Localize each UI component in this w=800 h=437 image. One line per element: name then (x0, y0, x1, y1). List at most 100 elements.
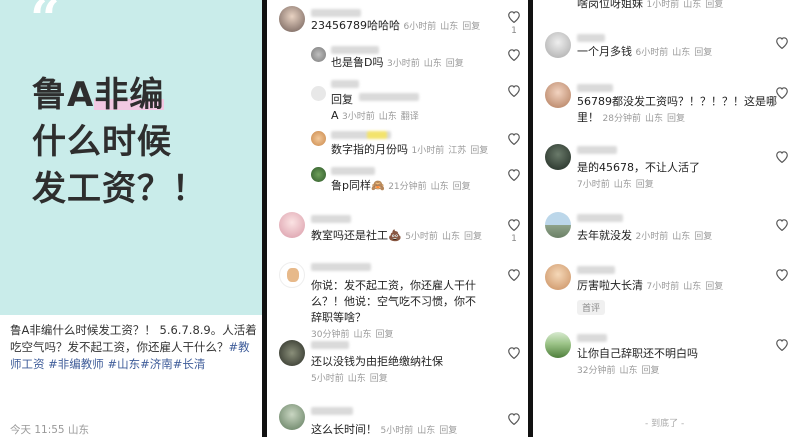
reply-button[interactable]: 回复 (641, 366, 659, 376)
avatar[interactable] (311, 86, 326, 101)
comment-location: 山东 (441, 232, 460, 242)
comment-text: 23456789哈哈哈 (311, 19, 400, 32)
comment-list-right[interactable]: 啥岗位呀姐妹 1小时前 山东 回复 一个月多钱 6小时前 山东 回复 56789都没发工… (533, 0, 800, 437)
hashtag-non-staff-teacher[interactable]: #非编教师 (48, 357, 104, 371)
avatar[interactable] (279, 212, 305, 238)
heart-icon[interactable] (507, 168, 521, 181)
avatar[interactable] (279, 262, 305, 288)
avatar[interactable] (545, 32, 571, 58)
comment-text: 去年就没发 (577, 229, 632, 242)
reply-button[interactable]: 回复 (464, 232, 482, 242)
headline-line-2: 什么时候 (32, 122, 172, 162)
comment-text: 回复 (331, 93, 353, 106)
comment-location: 山东 (430, 182, 449, 192)
comment-location: 山东 (423, 59, 442, 69)
comment-location: 山东 (672, 232, 691, 242)
post-card: “ 鲁A非编 什么时候 发工资？！ 鲁A非编什么时候发工资？！ 5.6.7.8.… (0, 0, 262, 437)
comment-item: 23456789哈哈哈 6小时前 山东 回复 1 (267, 4, 528, 42)
avatar[interactable] (311, 131, 326, 146)
comment-time: 28分钟前 (602, 114, 641, 124)
reply-button[interactable]: 回复 (694, 232, 712, 242)
post-location: 山东 (67, 424, 89, 436)
comment-time: 1小时前 (646, 0, 680, 10)
caption-text: 鲁A非编什么时候发工资？！ 5.6.7.8.9。人活着吃空气吗？发不起工资，你还… (10, 323, 257, 354)
reply-button[interactable]: 回复 (694, 48, 712, 58)
comment-item: 厉害啦大长清 7小时前 山东 回复 首评 (533, 262, 800, 322)
end-of-list-marker: - 到底了 - (645, 419, 685, 429)
username-blurred (311, 263, 371, 271)
like-count: 1 (511, 234, 517, 244)
reply-button[interactable]: 回复 (446, 59, 464, 69)
avatar[interactable] (279, 404, 305, 430)
heart-icon[interactable] (507, 84, 521, 97)
heart-icon[interactable] (775, 36, 789, 49)
heart-icon[interactable] (507, 132, 521, 145)
heart-icon[interactable] (507, 346, 521, 359)
comment-location: 山东 (378, 112, 397, 122)
comment-list-left[interactable]: 23456789哈哈哈 6小时前 山东 回复 1 也是鲁D吗 3小时前 山东 回复 回复… (267, 0, 528, 437)
hashtag-shandong[interactable]: #山东 (107, 357, 140, 371)
avatar[interactable] (545, 264, 571, 290)
reply-item: 鲁p同样🙈 21分钟前 山东 回复 (267, 164, 528, 196)
reply-button[interactable]: 回复 (453, 182, 471, 192)
heart-icon[interactable] (775, 218, 789, 231)
comment-time: 32分钟前 (577, 366, 616, 376)
hashtag-changqing[interactable]: #长清 (173, 357, 206, 371)
reply-button[interactable]: 回复 (470, 146, 488, 156)
comment-text: 你说：发不起工资，你还雇人干什么？！他说：空气吃不习惯，你不辞职等啥？ (311, 279, 476, 324)
comment-location: 山东 (613, 180, 632, 190)
avatar[interactable] (311, 167, 326, 182)
username-blurred (311, 9, 361, 17)
heart-icon[interactable] (775, 268, 789, 281)
comment-text: 数字指的月份吗 (331, 143, 408, 156)
reply-button[interactable]: 回复 (439, 426, 457, 436)
post-time: 今天 11:55 (10, 424, 65, 436)
comment-item: 还以没钱为由拒绝缴纳社保 5小时前 山东 回复 (267, 338, 528, 388)
avatar[interactable] (545, 144, 571, 170)
comment-time: 6小时前 (403, 22, 437, 32)
hashtag-jinan[interactable]: #济南 (140, 357, 173, 371)
like-count: 1 (511, 26, 517, 36)
headline-line-3: 发工资？！ (32, 169, 207, 209)
heart-icon[interactable] (507, 268, 521, 281)
username-blurred (577, 84, 613, 92)
translate-button[interactable]: 翻译 (401, 112, 419, 122)
reply-button[interactable]: 回复 (370, 374, 388, 384)
avatar[interactable] (545, 212, 571, 238)
reply-button[interactable]: 回复 (705, 0, 723, 10)
comment-text: 鲁p同样🙈 (331, 179, 385, 192)
username-blurred (331, 46, 379, 54)
comment-item: 这么长时间！ 5小时前 山东 回复 (267, 402, 528, 437)
comment-location: 山东 (683, 282, 702, 292)
comment-text: 厉害啦大长清 (577, 279, 643, 292)
reply-button[interactable]: 回复 (667, 114, 685, 124)
reply-item: 数字指的月份吗 1小时前 江苏 回复 (267, 128, 528, 160)
comment-item: 去年就没发 2小时前 山东 回复 (533, 210, 800, 250)
heart-icon[interactable] (507, 48, 521, 61)
avatar[interactable] (545, 332, 571, 358)
post-cover-image[interactable]: “ 鲁A非编 什么时候 发工资？！ (0, 0, 262, 315)
comment-location: 山东 (440, 22, 459, 32)
comment-item: 56789都没发工资吗？！？！？！这是哪里！ 28分钟前 山东 回复 (533, 80, 800, 130)
avatar[interactable] (279, 340, 305, 366)
heart-icon[interactable] (775, 150, 789, 163)
reply-button[interactable]: 回复 (636, 180, 654, 190)
comment-text: 也是鲁D吗 (331, 56, 384, 69)
heart-icon[interactable] (507, 10, 521, 23)
comment-item: 教室吗还是社工💩 5小时前 山东 回复 1 (267, 210, 528, 248)
avatar[interactable] (311, 47, 326, 62)
heart-icon[interactable] (507, 412, 521, 425)
comment-location: 山东 (417, 426, 436, 436)
avatar[interactable] (545, 82, 571, 108)
heart-icon[interactable] (775, 86, 789, 99)
comment-location: 山东 (683, 0, 702, 10)
heart-icon[interactable] (775, 338, 789, 351)
username-blurred (577, 34, 605, 42)
reply-button[interactable]: 回复 (462, 22, 480, 32)
reply-button[interactable]: 回复 (705, 282, 723, 292)
heart-icon[interactable] (507, 218, 521, 231)
post-caption: 鲁A非编什么时候发工资？！ 5.6.7.8.9。人活着吃空气吗？发不起工资，你还… (10, 322, 258, 373)
avatar[interactable] (279, 6, 305, 32)
username-blurred (331, 131, 391, 139)
headline-line-1-prefix: 鲁A (32, 75, 95, 115)
